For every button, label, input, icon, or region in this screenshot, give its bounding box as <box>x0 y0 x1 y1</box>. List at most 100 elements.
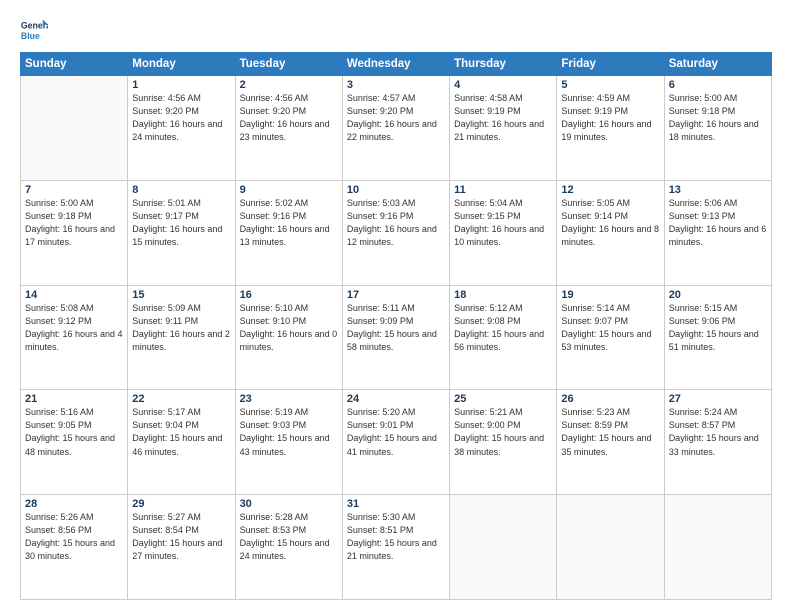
calendar-cell: 17Sunrise: 5:11 AMSunset: 9:09 PMDayligh… <box>342 285 449 390</box>
weekday-header-tuesday: Tuesday <box>235 53 342 76</box>
calendar-cell: 7Sunrise: 5:00 AMSunset: 9:18 PMDaylight… <box>21 180 128 285</box>
svg-text:Blue: Blue <box>21 31 40 41</box>
calendar-cell: 8Sunrise: 5:01 AMSunset: 9:17 PMDaylight… <box>128 180 235 285</box>
day-info: Sunrise: 4:56 AMSunset: 9:20 PMDaylight:… <box>240 92 338 144</box>
calendar-cell: 14Sunrise: 5:08 AMSunset: 9:12 PMDayligh… <box>21 285 128 390</box>
day-info: Sunrise: 5:17 AMSunset: 9:04 PMDaylight:… <box>132 406 230 458</box>
day-info: Sunrise: 5:16 AMSunset: 9:05 PMDaylight:… <box>25 406 123 458</box>
calendar-cell: 27Sunrise: 5:24 AMSunset: 8:57 PMDayligh… <box>664 390 771 495</box>
calendar-cell: 18Sunrise: 5:12 AMSunset: 9:08 PMDayligh… <box>450 285 557 390</box>
calendar-cell: 2Sunrise: 4:56 AMSunset: 9:20 PMDaylight… <box>235 76 342 181</box>
weekday-header-monday: Monday <box>128 53 235 76</box>
calendar-cell: 10Sunrise: 5:03 AMSunset: 9:16 PMDayligh… <box>342 180 449 285</box>
day-info: Sunrise: 5:11 AMSunset: 9:09 PMDaylight:… <box>347 302 445 354</box>
day-info: Sunrise: 5:26 AMSunset: 8:56 PMDaylight:… <box>25 511 123 563</box>
day-number: 31 <box>347 498 445 510</box>
week-row-4: 21Sunrise: 5:16 AMSunset: 9:05 PMDayligh… <box>21 390 772 495</box>
calendar-cell: 16Sunrise: 5:10 AMSunset: 9:10 PMDayligh… <box>235 285 342 390</box>
week-row-3: 14Sunrise: 5:08 AMSunset: 9:12 PMDayligh… <box>21 285 772 390</box>
weekday-header-row: SundayMondayTuesdayWednesdayThursdayFrid… <box>21 53 772 76</box>
day-info: Sunrise: 5:06 AMSunset: 9:13 PMDaylight:… <box>669 197 767 249</box>
day-number: 27 <box>669 393 767 405</box>
day-info: Sunrise: 5:15 AMSunset: 9:06 PMDaylight:… <box>669 302 767 354</box>
day-number: 4 <box>454 79 552 91</box>
day-number: 5 <box>561 79 659 91</box>
calendar-cell: 1Sunrise: 4:56 AMSunset: 9:20 PMDaylight… <box>128 76 235 181</box>
calendar-cell: 31Sunrise: 5:30 AMSunset: 8:51 PMDayligh… <box>342 495 449 600</box>
day-info: Sunrise: 5:09 AMSunset: 9:11 PMDaylight:… <box>132 302 230 354</box>
day-info: Sunrise: 5:00 AMSunset: 9:18 PMDaylight:… <box>25 197 123 249</box>
calendar-cell: 22Sunrise: 5:17 AMSunset: 9:04 PMDayligh… <box>128 390 235 495</box>
calendar-cell: 19Sunrise: 5:14 AMSunset: 9:07 PMDayligh… <box>557 285 664 390</box>
calendar-cell: 9Sunrise: 5:02 AMSunset: 9:16 PMDaylight… <box>235 180 342 285</box>
day-number: 22 <box>132 393 230 405</box>
week-row-5: 28Sunrise: 5:26 AMSunset: 8:56 PMDayligh… <box>21 495 772 600</box>
calendar-page: General Blue SundayMondayTuesdayWednesda… <box>0 0 792 612</box>
day-number: 21 <box>25 393 123 405</box>
day-info: Sunrise: 4:58 AMSunset: 9:19 PMDaylight:… <box>454 92 552 144</box>
day-number: 23 <box>240 393 338 405</box>
day-info: Sunrise: 5:00 AMSunset: 9:18 PMDaylight:… <box>669 92 767 144</box>
day-number: 13 <box>669 184 767 196</box>
calendar-cell: 29Sunrise: 5:27 AMSunset: 8:54 PMDayligh… <box>128 495 235 600</box>
calendar-cell: 15Sunrise: 5:09 AMSunset: 9:11 PMDayligh… <box>128 285 235 390</box>
day-info: Sunrise: 5:21 AMSunset: 9:00 PMDaylight:… <box>454 406 552 458</box>
calendar-table: SundayMondayTuesdayWednesdayThursdayFrid… <box>20 52 772 600</box>
calendar-cell: 20Sunrise: 5:15 AMSunset: 9:06 PMDayligh… <box>664 285 771 390</box>
header: General Blue <box>20 16 772 44</box>
day-info: Sunrise: 4:57 AMSunset: 9:20 PMDaylight:… <box>347 92 445 144</box>
day-info: Sunrise: 5:04 AMSunset: 9:15 PMDaylight:… <box>454 197 552 249</box>
calendar-cell: 28Sunrise: 5:26 AMSunset: 8:56 PMDayligh… <box>21 495 128 600</box>
calendar-cell <box>21 76 128 181</box>
day-info: Sunrise: 5:28 AMSunset: 8:53 PMDaylight:… <box>240 511 338 563</box>
calendar-cell: 5Sunrise: 4:59 AMSunset: 9:19 PMDaylight… <box>557 76 664 181</box>
calendar-cell: 30Sunrise: 5:28 AMSunset: 8:53 PMDayligh… <box>235 495 342 600</box>
day-info: Sunrise: 4:56 AMSunset: 9:20 PMDaylight:… <box>132 92 230 144</box>
day-number: 17 <box>347 289 445 301</box>
day-info: Sunrise: 5:14 AMSunset: 9:07 PMDaylight:… <box>561 302 659 354</box>
logo: General Blue <box>20 16 48 44</box>
day-info: Sunrise: 5:10 AMSunset: 9:10 PMDaylight:… <box>240 302 338 354</box>
calendar-cell: 6Sunrise: 5:00 AMSunset: 9:18 PMDaylight… <box>664 76 771 181</box>
day-info: Sunrise: 5:05 AMSunset: 9:14 PMDaylight:… <box>561 197 659 249</box>
day-number: 6 <box>669 79 767 91</box>
day-number: 12 <box>561 184 659 196</box>
week-row-2: 7Sunrise: 5:00 AMSunset: 9:18 PMDaylight… <box>21 180 772 285</box>
day-number: 16 <box>240 289 338 301</box>
day-number: 15 <box>132 289 230 301</box>
calendar-cell <box>664 495 771 600</box>
day-number: 26 <box>561 393 659 405</box>
calendar-cell: 13Sunrise: 5:06 AMSunset: 9:13 PMDayligh… <box>664 180 771 285</box>
day-number: 30 <box>240 498 338 510</box>
day-number: 10 <box>347 184 445 196</box>
day-info: Sunrise: 5:30 AMSunset: 8:51 PMDaylight:… <box>347 511 445 563</box>
day-info: Sunrise: 5:19 AMSunset: 9:03 PMDaylight:… <box>240 406 338 458</box>
calendar-cell: 3Sunrise: 4:57 AMSunset: 9:20 PMDaylight… <box>342 76 449 181</box>
day-info: Sunrise: 5:08 AMSunset: 9:12 PMDaylight:… <box>25 302 123 354</box>
day-number: 24 <box>347 393 445 405</box>
weekday-header-sunday: Sunday <box>21 53 128 76</box>
day-number: 19 <box>561 289 659 301</box>
weekday-header-friday: Friday <box>557 53 664 76</box>
day-number: 3 <box>347 79 445 91</box>
day-info: Sunrise: 5:01 AMSunset: 9:17 PMDaylight:… <box>132 197 230 249</box>
logo-icon: General Blue <box>20 16 48 44</box>
weekday-header-wednesday: Wednesday <box>342 53 449 76</box>
week-row-1: 1Sunrise: 4:56 AMSunset: 9:20 PMDaylight… <box>21 76 772 181</box>
day-info: Sunrise: 5:02 AMSunset: 9:16 PMDaylight:… <box>240 197 338 249</box>
day-info: Sunrise: 5:24 AMSunset: 8:57 PMDaylight:… <box>669 406 767 458</box>
day-info: Sunrise: 5:20 AMSunset: 9:01 PMDaylight:… <box>347 406 445 458</box>
calendar-cell <box>450 495 557 600</box>
day-number: 14 <box>25 289 123 301</box>
day-info: Sunrise: 5:27 AMSunset: 8:54 PMDaylight:… <box>132 511 230 563</box>
calendar-cell: 12Sunrise: 5:05 AMSunset: 9:14 PMDayligh… <box>557 180 664 285</box>
calendar-cell: 23Sunrise: 5:19 AMSunset: 9:03 PMDayligh… <box>235 390 342 495</box>
day-number: 25 <box>454 393 552 405</box>
day-info: Sunrise: 4:59 AMSunset: 9:19 PMDaylight:… <box>561 92 659 144</box>
calendar-cell <box>557 495 664 600</box>
day-number: 20 <box>669 289 767 301</box>
weekday-header-saturday: Saturday <box>664 53 771 76</box>
day-number: 7 <box>25 184 123 196</box>
weekday-header-thursday: Thursday <box>450 53 557 76</box>
calendar-cell: 24Sunrise: 5:20 AMSunset: 9:01 PMDayligh… <box>342 390 449 495</box>
